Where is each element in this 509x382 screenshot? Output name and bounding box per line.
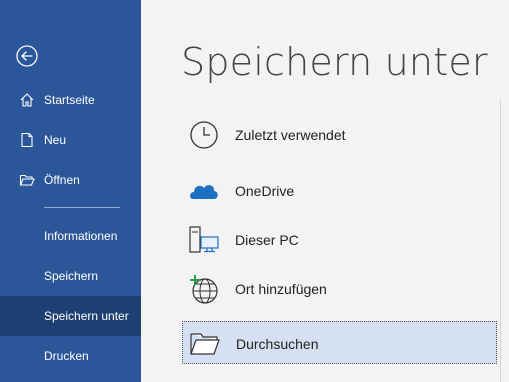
sidebar-item-label: Informationen: [44, 229, 118, 243]
sidebar-item-label: Öffnen: [44, 173, 80, 187]
sidebar-item-speichern-unter[interactable]: Speichern unter: [0, 296, 141, 336]
location-dieser-pc[interactable]: Dieser PC: [182, 219, 497, 261]
onedrive-cloud-icon: [188, 176, 220, 206]
sidebar-item-neu[interactable]: Neu: [0, 120, 141, 160]
sidebar-item-informationen[interactable]: Informationen: [0, 216, 141, 256]
location-zuletzt-verwendet[interactable]: Zuletzt verwendet: [182, 114, 497, 156]
backstage-sidebar: Startseite Neu Öffnen Informationen Spei…: [0, 0, 141, 382]
sidebar-item-label: Startseite: [44, 93, 95, 107]
back-arrow-icon[interactable]: [16, 45, 38, 67]
sidebar-item-label: Drucken: [44, 349, 89, 363]
location-label: Ort hinzufügen: [235, 281, 327, 297]
sidebar-item-label: Neu: [44, 133, 67, 147]
open-folder-icon: [19, 172, 35, 188]
sidebar-item-label: Speichern: [44, 269, 99, 283]
location-label: Dieser PC: [235, 232, 299, 248]
location-durchsuchen[interactable]: Durchsuchen: [182, 321, 497, 364]
browse-folder-icon: [189, 328, 221, 358]
add-location-globe-icon: [188, 274, 220, 304]
location-onedrive[interactable]: OneDrive: [182, 170, 497, 212]
clock-icon: [188, 120, 220, 150]
sidebar-item-startseite[interactable]: Startseite: [0, 80, 141, 120]
sidebar-item-oeffnen[interactable]: Öffnen: [0, 160, 141, 200]
this-pc-icon: [188, 225, 220, 255]
panel-divider: [500, 100, 501, 382]
sidebar-divider: [44, 207, 120, 208]
location-label: OneDrive: [235, 183, 295, 199]
page-title: Speichern unter: [181, 40, 488, 84]
home-icon: [19, 92, 35, 108]
location-label: Durchsuchen: [236, 336, 319, 352]
sidebar-item-drucken[interactable]: Drucken: [0, 336, 141, 376]
new-document-icon: [19, 132, 35, 148]
location-ort-hinzufuegen[interactable]: Ort hinzufügen: [182, 268, 497, 310]
sidebar-item-speichern[interactable]: Speichern: [0, 256, 141, 296]
location-label: Zuletzt verwendet: [235, 127, 346, 143]
sidebar-item-label: Speichern unter: [44, 309, 129, 323]
